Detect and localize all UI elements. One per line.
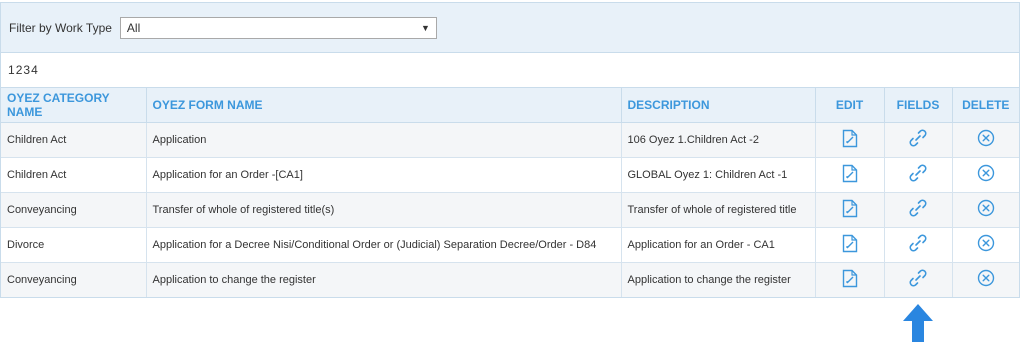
cell-delete bbox=[952, 227, 1019, 263]
cell-description: Application for an Order - CA1 bbox=[621, 227, 816, 263]
header-form-name: OYEZ FORM NAME bbox=[146, 88, 622, 123]
work-type-select[interactable]: All ▼ bbox=[119, 16, 437, 39]
up-arrow-icon bbox=[903, 304, 933, 342]
filter-label: Filter by Work Type bbox=[9, 20, 112, 35]
edit-document-icon[interactable] bbox=[842, 129, 858, 151]
cell-description: 106 Oyez 1.Children Act -2 bbox=[621, 122, 816, 158]
cell-fields bbox=[884, 122, 953, 158]
circle-x-icon[interactable] bbox=[977, 129, 995, 150]
cell-category: Children Act bbox=[1, 157, 147, 193]
circle-x-icon[interactable] bbox=[977, 234, 995, 255]
cell-description: Application to change the register bbox=[621, 262, 816, 297]
edit-document-icon[interactable] bbox=[842, 199, 858, 221]
cell-category: Children Act bbox=[1, 122, 147, 158]
cell-edit bbox=[815, 227, 885, 263]
table-row: Conveyancing Transfer of whole of registe… bbox=[1, 192, 1019, 228]
header-fields: FIELDS bbox=[884, 88, 953, 123]
cell-edit bbox=[815, 262, 885, 297]
circle-x-icon[interactable] bbox=[977, 199, 995, 220]
page-link-3[interactable]: 3 bbox=[23, 63, 30, 77]
page-link-1[interactable]: 1 bbox=[8, 63, 15, 77]
cell-description: Transfer of whole of registered title bbox=[621, 192, 816, 228]
link-icon[interactable] bbox=[907, 232, 929, 257]
header-delete: DELETE bbox=[952, 88, 1019, 123]
oyez-forms-panel: Filter by Work Type All ▼ 1 2 3 4 OYEZ C… bbox=[0, 2, 1020, 298]
cell-category: Conveyancing bbox=[1, 192, 147, 228]
cell-category: Conveyancing bbox=[1, 262, 147, 297]
cell-fields bbox=[884, 262, 953, 297]
cell-edit bbox=[815, 122, 885, 158]
link-icon[interactable] bbox=[907, 267, 929, 292]
circle-x-icon[interactable] bbox=[977, 164, 995, 185]
table-row: Children Act Application 106 Oyez 1.Childr… bbox=[1, 122, 1019, 158]
oyez-forms-table: OYEZ CATEGORY NAME OYEZ FORM NAME DESCRI… bbox=[1, 88, 1019, 297]
link-icon[interactable] bbox=[907, 162, 929, 187]
cell-edit bbox=[815, 157, 885, 193]
table-row: Divorce Application for a Decree Nisi/Con… bbox=[1, 227, 1019, 263]
cell-fields bbox=[884, 192, 953, 228]
table-row: Children Act Application for an Order -[C… bbox=[1, 157, 1019, 193]
link-icon[interactable] bbox=[907, 127, 929, 152]
dropdown-arrow-icon: ▼ bbox=[421, 22, 430, 33]
page-link-4[interactable]: 4 bbox=[31, 63, 38, 77]
cell-delete bbox=[952, 192, 1019, 228]
table-row: Conveyancing Application to change the re… bbox=[1, 262, 1019, 297]
table-header-row: OYEZ CATEGORY NAME OYEZ FORM NAME DESCRI… bbox=[1, 88, 1019, 123]
header-edit: EDIT bbox=[815, 88, 885, 123]
header-category: OYEZ CATEGORY NAME bbox=[1, 88, 147, 123]
cell-edit bbox=[815, 192, 885, 228]
work-type-select-value: All bbox=[126, 20, 141, 35]
cell-description: GLOBAL Oyez 1: Children Act -1 bbox=[621, 157, 816, 193]
cell-delete bbox=[952, 157, 1019, 193]
pagination: 1 2 3 4 bbox=[1, 53, 1019, 88]
cell-fields bbox=[884, 227, 953, 263]
cell-fields bbox=[884, 157, 953, 193]
header-description: DESCRIPTION bbox=[621, 88, 816, 123]
cell-form-name: Application bbox=[146, 122, 622, 158]
cell-form-name: Transfer of whole of registered title(s) bbox=[146, 192, 622, 228]
cell-form-name: Application to change the register bbox=[146, 262, 622, 297]
cell-form-name: Application for a Decree Nisi/Conditiona… bbox=[146, 227, 622, 263]
cell-category: Divorce bbox=[1, 227, 147, 263]
filter-bar: Filter by Work Type All ▼ bbox=[1, 3, 1019, 53]
edit-document-icon[interactable] bbox=[842, 234, 858, 256]
edit-document-icon[interactable] bbox=[842, 269, 858, 291]
page-link-2[interactable]: 2 bbox=[16, 63, 23, 77]
cell-delete bbox=[952, 122, 1019, 158]
cell-delete bbox=[952, 262, 1019, 297]
cell-form-name: Application for an Order -[CA1] bbox=[146, 157, 622, 193]
edit-document-icon[interactable] bbox=[842, 164, 858, 186]
circle-x-icon[interactable] bbox=[977, 269, 995, 290]
link-icon[interactable] bbox=[907, 197, 929, 222]
